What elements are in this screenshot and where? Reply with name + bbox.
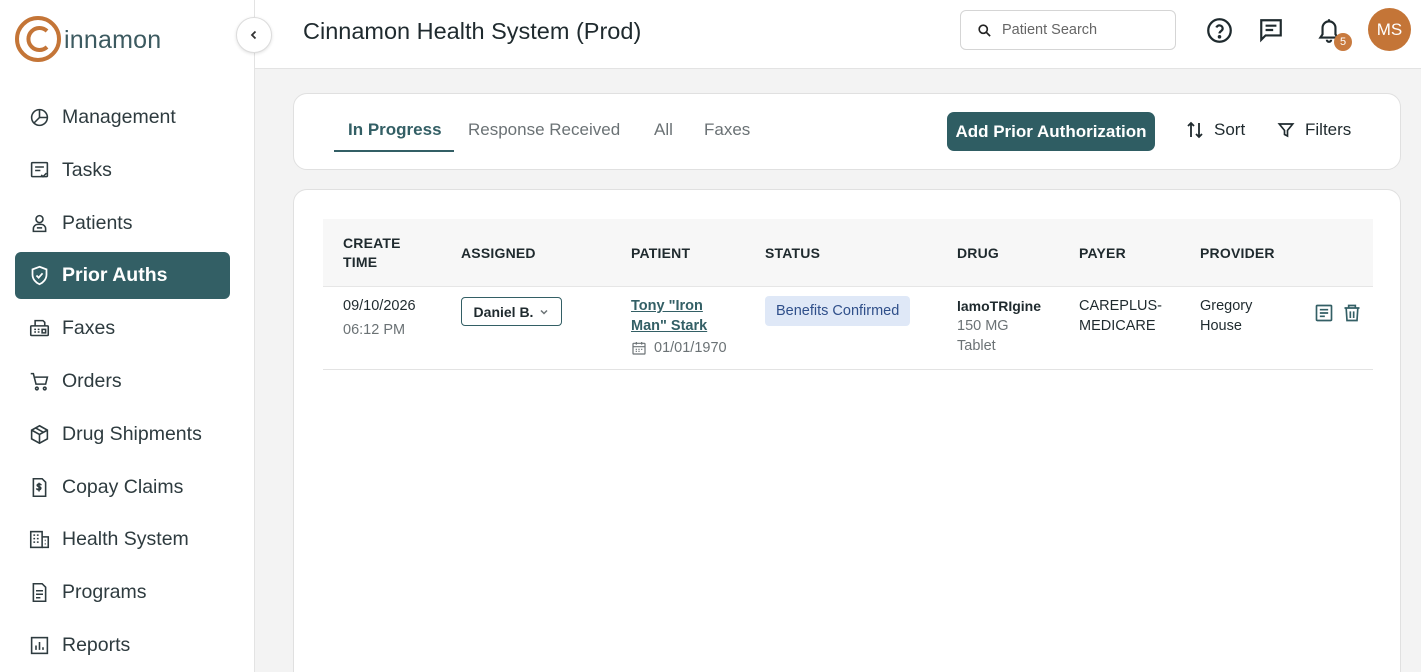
drug-name: lamoTRIgine (957, 298, 1042, 314)
notification-badge: 5 (1334, 33, 1352, 51)
create-time-cell: 09/10/2026 06:12 PM (343, 296, 416, 340)
sidebar-item-management[interactable]: Management (15, 94, 230, 141)
help-icon (1206, 17, 1232, 43)
document-icon (28, 582, 50, 604)
sort-label: Sort (1214, 120, 1246, 139)
create-time: 06:12 PM (343, 322, 406, 338)
toolbar-card: In Progress Response Received All Faxes … (293, 93, 1401, 170)
chevron-down-icon (540, 309, 548, 315)
task-list-icon (28, 159, 50, 181)
column-header-assigned[interactable]: ASSIGNED (461, 244, 536, 263)
cinnamon-logo-icon (15, 16, 61, 62)
assignee-dropdown[interactable]: Daniel B. (461, 297, 562, 326)
sidebar-item-copay-claims[interactable]: Copay Claims (15, 464, 230, 511)
document-details-icon (1315, 304, 1333, 322)
payer-cell: CAREPLUS- MEDICARE (1079, 298, 1162, 334)
tab-all[interactable]: All (654, 120, 673, 152)
cart-icon (28, 370, 50, 392)
sidebar-item-label: Management (62, 106, 176, 128)
tab-faxes[interactable]: Faxes (704, 120, 750, 152)
message-icon (1260, 19, 1282, 43)
sidebar-item-label: Programs (62, 581, 147, 604)
sidebar-item-reports[interactable]: Reports (15, 622, 230, 669)
tab-in-progress[interactable]: In Progress (334, 120, 454, 152)
column-header-status[interactable]: STATUS (765, 244, 820, 263)
table-header: CREATE TIME ASSIGNED PATIENT STATUS DRUG… (323, 219, 1373, 287)
sidebar-item-drug-shipments[interactable]: Drug Shipments (15, 411, 230, 458)
sidebar-item-label: Patients (62, 211, 133, 234)
sidebar-item-orders[interactable]: Orders (15, 358, 230, 405)
filters-button[interactable]: Filters (1277, 120, 1351, 140)
sidebar-collapse-button[interactable] (236, 17, 272, 53)
sort-icon (1187, 121, 1203, 139)
column-header-payer[interactable]: PAYER (1079, 244, 1126, 263)
sidebar-item-patients[interactable]: Patients (15, 200, 230, 247)
sidebar: innamon Management Tasks Patients Prior … (0, 0, 255, 672)
building-icon (28, 529, 50, 551)
sidebar-item-label: Health System (62, 528, 189, 551)
add-prior-authorization-button[interactable]: Add Prior Authorization (947, 112, 1155, 151)
sidebar-item-label: Copay Claims (62, 475, 184, 498)
filters-label: Filters (1305, 120, 1352, 139)
messages-button[interactable] (1257, 16, 1285, 44)
sidebar-item-faxes[interactable]: Faxes (15, 305, 230, 352)
sidebar-item-label: Drug Shipments (62, 422, 202, 445)
help-button[interactable] (1205, 16, 1233, 44)
sidebar-item-label: Prior Auths (62, 264, 168, 287)
delete-button[interactable] (1341, 302, 1363, 324)
provider-cell: Gregory House (1200, 298, 1253, 334)
drug-cell: lamoTRIgine 150 MG Tablet (957, 296, 1041, 356)
sidebar-item-label: Faxes (62, 317, 116, 340)
logo-text: innamon (64, 25, 162, 54)
sort-button[interactable]: Sort (1186, 120, 1245, 140)
drug-form: Tablet (957, 338, 996, 354)
search-icon (978, 23, 991, 37)
status-badge: Benefits Confirmed (765, 296, 911, 326)
create-date: 09/10/2026 (343, 298, 416, 314)
sidebar-item-prior-auths[interactable]: Prior Auths (15, 252, 230, 300)
avatar[interactable]: MS (1368, 8, 1411, 51)
sidebar-nav: Management Tasks Patients Prior Auths Fa… (15, 94, 230, 672)
sidebar-item-tasks[interactable]: Tasks (15, 147, 230, 194)
trash-icon (1344, 304, 1360, 322)
view-details-button[interactable] (1313, 302, 1335, 324)
chart-pie-icon (28, 107, 50, 129)
patient-dob: 01/01/1970 (631, 338, 727, 358)
tab-response-received[interactable]: Response Received (468, 120, 620, 152)
report-icon (28, 634, 50, 656)
column-header-patient[interactable]: PATIENT (631, 244, 690, 263)
table-row[interactable]: 09/10/2026 06:12 PM Daniel B. Tony "Iron… (323, 288, 1373, 370)
logo[interactable]: innamon (14, 14, 161, 64)
column-header-provider[interactable]: PROVIDER (1200, 244, 1275, 263)
filter-icon (1277, 123, 1295, 138)
top-header: Cinnamon Health System (Prod) 5 MS (255, 0, 1421, 69)
sidebar-item-label: Reports (62, 633, 131, 656)
column-header-drug[interactable]: DRUG (957, 244, 999, 263)
box-icon (28, 423, 50, 445)
patient-search[interactable] (960, 10, 1176, 50)
sidebar-item-label: Tasks (62, 158, 112, 181)
fax-icon (28, 318, 50, 340)
patient-name-link[interactable]: Tony "Iron Man" Stark (631, 296, 727, 336)
sidebar-item-health-system[interactable]: Health System (15, 516, 230, 563)
chevron-left-icon (250, 30, 257, 40)
dollar-document-icon (28, 476, 50, 498)
drug-dose: 150 MG (957, 318, 1009, 334)
calendar-icon (632, 342, 646, 355)
patient-cell: Tony "Iron Man" Stark 01/01/1970 (631, 296, 727, 358)
sidebar-item-label: Orders (62, 369, 122, 392)
patient-icon (28, 212, 50, 234)
sidebar-item-programs[interactable]: Programs (15, 569, 230, 616)
page-title: Cinnamon Health System (Prod) (303, 18, 642, 44)
assignee-name: Daniel B. (473, 303, 534, 320)
shield-check-icon (28, 265, 50, 287)
prior-auth-table-card: CREATE TIME ASSIGNED PATIENT STATUS DRUG… (293, 189, 1401, 672)
column-header-create-time[interactable]: CREATE TIME (343, 234, 401, 272)
search-input[interactable] (1002, 22, 1162, 38)
